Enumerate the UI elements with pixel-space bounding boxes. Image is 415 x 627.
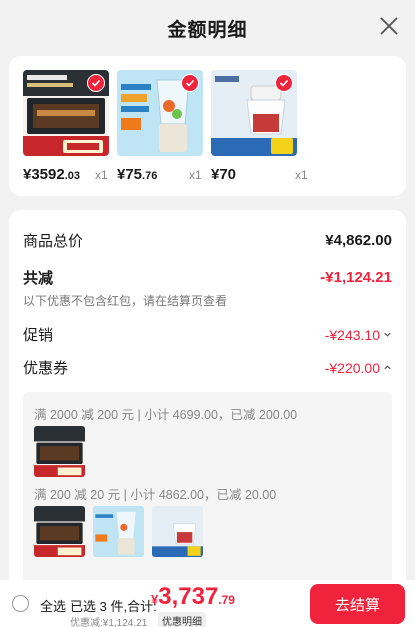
sheet-header: 金额明细 <box>0 0 415 56</box>
checked-icon[interactable] <box>87 74 105 92</box>
product-price: ¥75.76 <box>117 166 158 183</box>
promo-row[interactable]: 促销 -¥243.10 <box>23 324 392 345</box>
total-price-row: 商品总价 ¥4,862.00 <box>23 230 392 251</box>
total-price-label: 商品总价 <box>23 233 84 250</box>
reduce-row: 共减 -¥1,124.21 <box>23 267 392 288</box>
product-quantity: x1 <box>189 168 202 182</box>
checkout-bar: 全选 已选 3 件,合计: ¥3,737.79 优惠减:¥1,124.21 优惠… <box>0 580 415 627</box>
product-item[interactable]: ¥3592.03 x1 <box>23 70 109 183</box>
product-price: ¥3592.03 <box>23 166 81 183</box>
amount-detail-sheet: 金额明细 ¥3592.03 x1 ¥75.76 x1 ¥70 x1 商品总价 ¥… <box>0 0 415 580</box>
discount-items <box>34 506 203 557</box>
product-quantity: x1 <box>95 168 108 182</box>
product-item[interactable]: ¥75.76 x1 <box>117 70 203 183</box>
product-thumbnail <box>23 70 109 156</box>
promo-value: -¥243.10 <box>324 326 380 343</box>
close-icon[interactable] <box>377 14 401 38</box>
discount-items <box>34 426 85 477</box>
product-thumbnail <box>117 70 203 156</box>
checked-icon[interactable] <box>275 74 293 92</box>
reduce-label: 共减 <box>23 270 54 287</box>
product-quantity: x1 <box>295 168 308 182</box>
promo-value-wrap: -¥243.10 <box>325 327 392 343</box>
reduce-note: 以下优惠不包含红包，请在结算页查看 <box>23 294 228 308</box>
price-summary: 商品总价 ¥4,862.00 共减 -¥1,124.21 以下优惠不包含红包，请… <box>9 210 406 580</box>
selected-count-text: 已选 3 件,合计: <box>70 599 157 614</box>
promo-label: 促销 <box>23 327 54 344</box>
select-all-label[interactable]: 全选 <box>40 596 66 615</box>
discount-rule-title: 满 2000 减 200 元 | 小计 4699.00，已减 200.00 <box>34 408 298 422</box>
product-thumbnail <box>211 70 297 156</box>
reduce-value: -¥1,124.21 <box>320 269 392 286</box>
select-all-radio[interactable] <box>12 595 29 612</box>
grand-total: ¥3,737.79 <box>151 583 235 610</box>
discount-item-thumbnail <box>34 506 85 557</box>
discount-detail-button[interactable]: 优惠明细 <box>158 612 206 627</box>
discount-rule-title: 满 200 减 20 元 | 小计 4862.00，已减 20.00 <box>34 488 277 502</box>
sheet-title: 金额明细 <box>167 19 248 41</box>
discount-detail-box: 满 2000 减 200 元 | 小计 4699.00，已减 200.00 满 … <box>23 392 392 580</box>
coupon-value-wrap: -¥220.00 <box>325 360 392 376</box>
discount-item-thumbnail <box>93 506 144 557</box>
saved-amount: 优惠减:¥1,124.21 <box>70 618 148 627</box>
discount-item-thumbnail <box>152 506 203 557</box>
checked-icon[interactable] <box>181 74 199 92</box>
coupon-label: 优惠券 <box>23 360 69 377</box>
product-strip: ¥3592.03 x1 ¥75.76 x1 ¥70 x1 <box>9 56 406 196</box>
total-price-value: ¥4,862.00 <box>325 232 392 249</box>
chevron-up-icon[interactable] <box>383 363 392 372</box>
checkout-button[interactable]: 去结算 <box>310 584 405 624</box>
chevron-down-icon[interactable] <box>383 330 392 339</box>
product-price: ¥70 <box>211 166 237 183</box>
coupon-value: -¥220.00 <box>324 359 380 376</box>
product-item[interactable]: ¥70 x1 <box>211 70 308 183</box>
coupon-row[interactable]: 优惠券 -¥220.00 <box>23 357 392 378</box>
discount-item-thumbnail <box>34 426 85 477</box>
